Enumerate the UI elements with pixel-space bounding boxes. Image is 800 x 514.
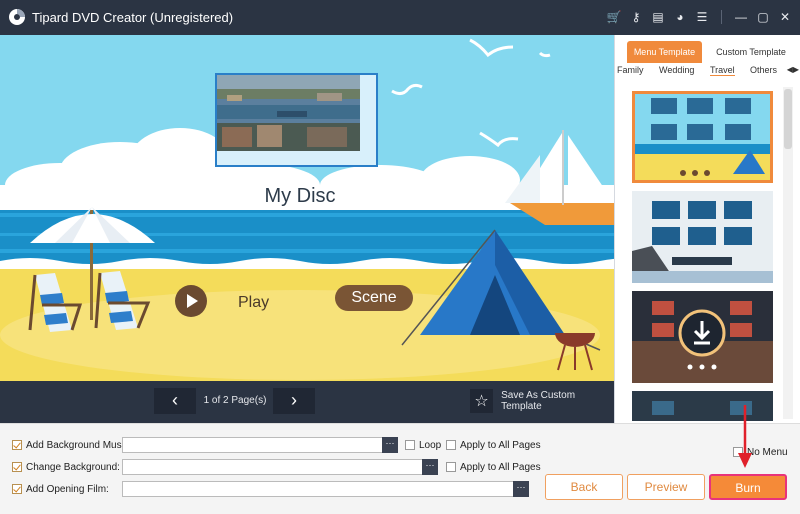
browse-film-button[interactable]: ··· <box>513 481 529 497</box>
tab-menu-template[interactable]: Menu Template <box>627 41 702 63</box>
disc-title[interactable]: My Disc <box>250 185 350 208</box>
close-icon[interactable]: ✕ <box>776 7 794 27</box>
category-others[interactable]: Others <box>750 65 777 75</box>
burn-button[interactable]: Burn <box>709 474 787 500</box>
next-page-button[interactable]: › <box>273 388 315 414</box>
apply-all-music-checkbox[interactable] <box>446 440 456 450</box>
browse-music-button[interactable]: ··· <box>382 437 398 453</box>
app-window: Tipard DVD Creator (Unregistered) 🛒 ⚷ ▤ … <box>0 0 800 514</box>
titlebar-divider <box>721 10 722 24</box>
app-logo-icon <box>9 9 25 25</box>
star-icon[interactable]: ☆ <box>470 389 494 413</box>
change-bg-field[interactable] <box>122 459 438 475</box>
apply-all-music-label: Apply to All Pages <box>460 439 541 451</box>
back-button[interactable]: Back <box>545 474 623 500</box>
loop-label: Loop <box>419 439 442 451</box>
bg-music-checkbox[interactable] <box>12 440 22 450</box>
prev-page-button[interactable]: ‹ <box>154 388 196 414</box>
category-wedding[interactable]: Wedding <box>659 65 694 75</box>
category-scroll-arrows[interactable]: ◀▶ <box>787 65 799 74</box>
menu-icon[interactable]: ☰ <box>693 7 711 27</box>
category-tabs: Family Wedding Travel Others ◀▶ <box>615 65 800 79</box>
change-bg-checkbox[interactable] <box>12 462 22 472</box>
play-label[interactable]: Play <box>238 294 269 312</box>
menu-preview: My Disc Play Scene <box>0 35 614 381</box>
cart-icon[interactable]: 🛒 <box>605 7 623 27</box>
template-thumbnail-sunset[interactable] <box>632 291 773 383</box>
bg-music-field[interactable] <box>122 437 398 453</box>
save-template-label: Save As Custom Template <box>501 390 576 412</box>
template-panel: Menu Template Custom Template Family Wed… <box>614 35 800 423</box>
page-indicator: 1 of 2 Page(s) <box>203 395 267 406</box>
scene-button[interactable]: Scene <box>335 285 413 311</box>
key-icon[interactable]: ⚷ <box>627 7 645 27</box>
maximize-icon[interactable]: ▢ <box>754 7 772 27</box>
options-panel: Add Background Music: ··· Loop Apply to … <box>0 423 800 514</box>
play-icon[interactable] <box>175 285 207 317</box>
browse-bg-button[interactable]: ··· <box>422 459 438 475</box>
opening-film-row: Add Opening Film: <box>12 480 109 498</box>
bg-music-label: Add Background Music: <box>26 439 132 451</box>
template-scrollbar[interactable] <box>783 87 793 419</box>
city-aerial-image <box>217 75 360 151</box>
change-bg-row: Change Background: <box>12 458 120 476</box>
document-icon[interactable]: ▤ <box>649 7 667 27</box>
template-thumbnail-mountain[interactable] <box>632 191 773 283</box>
loop-checkbox[interactable] <box>405 440 415 450</box>
apply-all-bg-label: Apply to All Pages <box>460 461 541 473</box>
no-menu-label: No Menu <box>747 446 788 458</box>
change-bg-label: Change Background: <box>26 461 120 473</box>
chat-icon[interactable]: ◕ <box>671 7 689 27</box>
window-title: Tipard DVD Creator (Unregistered) <box>32 10 234 25</box>
opening-film-field[interactable] <box>122 481 529 497</box>
page-navigation-bar: ‹ 1 of 2 Page(s) › ☆ Save As Custom Temp… <box>0 381 614 423</box>
scrollbar-knob[interactable] <box>784 89 792 149</box>
preview-button[interactable]: Preview <box>627 474 705 500</box>
pointer-arrow-icon <box>738 405 752 468</box>
video-thumbnail[interactable] <box>215 73 378 167</box>
title-bar: Tipard DVD Creator (Unregistered) 🛒 ⚷ ▤ … <box>0 0 800 35</box>
minimize-icon[interactable]: — <box>732 7 750 27</box>
category-family[interactable]: Family <box>617 65 644 75</box>
opening-film-checkbox[interactable] <box>12 484 22 494</box>
save-custom-template[interactable]: ☆ Save As Custom Template <box>470 389 614 413</box>
bg-music-row: Add Background Music: <box>12 436 132 454</box>
tab-custom-template[interactable]: Custom Template <box>707 41 795 63</box>
opening-film-label: Add Opening Film: <box>26 483 109 495</box>
apply-all-bg-checkbox[interactable] <box>446 462 456 472</box>
template-thumbnail-beach[interactable] <box>632 91 773 183</box>
category-travel[interactable]: Travel <box>710 65 735 76</box>
